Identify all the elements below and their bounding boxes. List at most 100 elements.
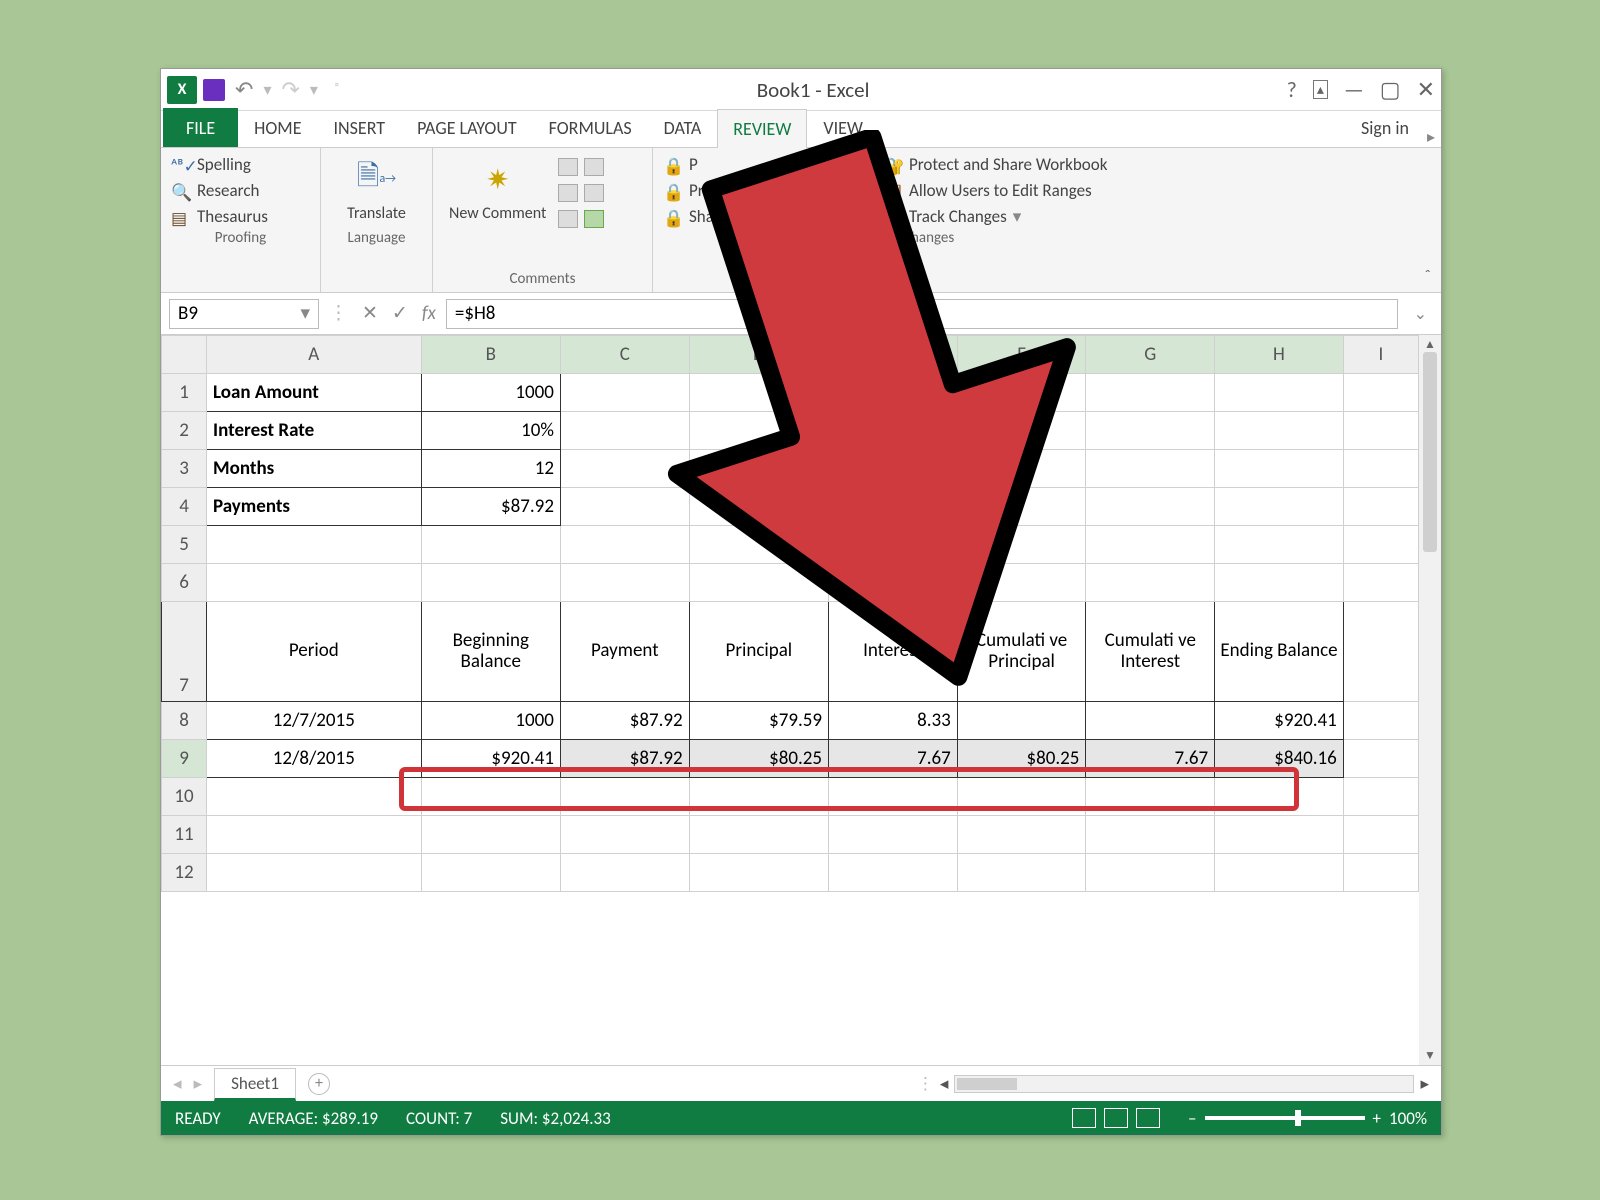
minimize-button[interactable]: — — [1344, 76, 1364, 103]
name-box[interactable]: B9▾ — [169, 299, 319, 329]
col-header[interactable]: E — [829, 336, 958, 374]
cell[interactable]: Months — [207, 450, 422, 488]
cell[interactable] — [957, 702, 1086, 740]
zoom-slider[interactable] — [1205, 1116, 1365, 1120]
sheet-tab[interactable]: Sheet1 — [214, 1068, 296, 1101]
new-comment-button[interactable]: ✷ New Comment — [443, 154, 552, 268]
collapse-ribbon-icon[interactable]: ˆ — [1425, 267, 1431, 286]
row-header[interactable]: 2 — [162, 412, 207, 450]
cell[interactable]: Interest Rate — [207, 412, 422, 450]
cell[interactable]: Loan Amount — [207, 374, 422, 412]
expand-formula-icon[interactable]: ⌄ — [1408, 304, 1433, 324]
cell[interactable]: 8.33 — [829, 702, 958, 740]
hscroll-right-icon[interactable]: ▸ — [1420, 1073, 1429, 1094]
row-header[interactable]: 5 — [162, 526, 207, 564]
translate-button[interactable]: 🗎a→ Translate — [331, 154, 422, 227]
undo-button[interactable]: ↶ — [235, 76, 253, 103]
tab-file[interactable]: FILE — [163, 108, 238, 147]
page-break-view-icon[interactable] — [1136, 1108, 1160, 1128]
tab-view[interactable]: VIEW — [807, 108, 879, 147]
cell[interactable]: $87.92 — [421, 488, 560, 526]
save-button[interactable] — [203, 79, 225, 101]
cell[interactable]: Principal — [689, 602, 828, 702]
row-header[interactable]: 9 — [162, 740, 207, 778]
redo-button[interactable]: ↷ — [281, 76, 299, 103]
spreadsheet-grid[interactable]: A B C D E F G H I 1 Loan Amount 1000 2 I… — [161, 335, 1419, 1065]
zoom-in-button[interactable]: + — [1373, 1108, 1381, 1129]
cell[interactable]: $920.41 — [1215, 702, 1344, 740]
zoom-out-button[interactable]: – — [1188, 1108, 1196, 1129]
spelling-button[interactable]: ᴬᴮ✓Spelling — [171, 154, 310, 175]
tab-scroll-left-icon[interactable]: ◂ — [173, 1073, 182, 1094]
tab-insert[interactable]: INSERT — [317, 108, 401, 147]
cell[interactable]: 1000 — [421, 374, 560, 412]
enter-formula-icon[interactable]: ✓ — [392, 302, 408, 325]
col-header[interactable]: A — [207, 336, 422, 374]
cell[interactable]: Ending Balance — [1215, 602, 1344, 702]
protect-workbook-button[interactable]: 🔒Prok — [663, 180, 863, 201]
cell[interactable]: Cumulati ve Principal — [957, 602, 1086, 702]
col-header[interactable]: H — [1215, 336, 1344, 374]
ribbon-display-icon[interactable]: ▴ — [1313, 80, 1328, 99]
maximize-button[interactable]: ▢ — [1380, 76, 1401, 103]
tab-review[interactable]: REVIEW — [717, 109, 807, 148]
cell[interactable]: $80.25 — [957, 740, 1086, 778]
tab-scroll-right-icon[interactable]: ▸ — [194, 1073, 203, 1094]
col-header[interactable]: I — [1343, 336, 1418, 374]
share-workbook-button[interactable]: 🔒Sha — [663, 206, 863, 227]
tab-formulas[interactable]: FORMULAS — [533, 108, 648, 147]
cancel-formula-icon[interactable]: ✕ — [362, 302, 378, 325]
view-buttons[interactable] — [1072, 1108, 1160, 1128]
row-header[interactable]: 8 — [162, 702, 207, 740]
protect-share-workbook-button[interactable]: 🔐Protect and Share Workbook — [883, 154, 1431, 175]
col-header[interactable]: B — [421, 336, 560, 374]
new-sheet-button[interactable]: + — [308, 1073, 330, 1095]
cell[interactable]: Interest — [829, 602, 958, 702]
col-header[interactable]: F — [957, 336, 1086, 374]
tab-data[interactable]: DATA — [648, 108, 718, 147]
cell[interactable]: Period — [207, 602, 422, 702]
vertical-scrollbar[interactable]: ▲ ▼ — [1419, 335, 1441, 1065]
row-header[interactable]: 10 — [162, 778, 207, 816]
cell[interactable]: 7.67 — [829, 740, 958, 778]
cell[interactable]: $80.25 — [689, 740, 828, 778]
col-header[interactable]: C — [560, 336, 689, 374]
research-button[interactable]: 🔍Research — [171, 180, 310, 201]
fx-icon[interactable]: fx — [422, 302, 436, 325]
track-changes-button[interactable]: ✎Track Changes ▾ — [883, 206, 1431, 227]
allow-users-edit-ranges-button[interactable]: 📋Allow Users to Edit Ranges — [883, 180, 1431, 201]
close-button[interactable]: ✕ — [1417, 76, 1435, 103]
sign-in-link[interactable]: Sign in — [1349, 109, 1421, 147]
formula-input[interactable]: =$H8 — [446, 299, 1398, 329]
cell[interactable]: Cumulati ve Interest — [1086, 602, 1215, 702]
cell[interactable]: $87.92 — [560, 740, 689, 778]
help-icon[interactable]: ? — [1287, 76, 1297, 103]
row-header[interactable]: 11 — [162, 816, 207, 854]
cell[interactable] — [1086, 702, 1215, 740]
row-header[interactable]: 3 — [162, 450, 207, 488]
thesaurus-button[interactable]: ▤Thesaurus — [171, 206, 310, 227]
row-header[interactable]: 4 — [162, 488, 207, 526]
cell[interactable]: Beginning Balance — [421, 602, 560, 702]
select-all-corner[interactable] — [162, 336, 207, 374]
row-header[interactable]: 7 — [162, 602, 207, 702]
cell[interactable]: 12/7/2015 — [207, 702, 422, 740]
normal-view-icon[interactable] — [1072, 1108, 1096, 1128]
cell[interactable]: 12/8/2015 — [207, 740, 422, 778]
horizontal-scrollbar[interactable] — [954, 1075, 1414, 1093]
hscroll-left-icon[interactable]: ◂ — [940, 1073, 949, 1094]
cell[interactable]: $79.59 — [689, 702, 828, 740]
row-header[interactable]: 12 — [162, 854, 207, 892]
row-header[interactable]: 6 — [162, 564, 207, 602]
cell[interactable]: Payment — [560, 602, 689, 702]
cell[interactable]: 12 — [421, 450, 560, 488]
cell[interactable]: $920.41 — [421, 740, 560, 778]
tab-home[interactable]: HOME — [238, 108, 317, 147]
scroll-right-icon[interactable]: ▸ — [1421, 127, 1441, 147]
row-header[interactable]: 1 — [162, 374, 207, 412]
cell[interactable]: 7.67 — [1086, 740, 1215, 778]
protect-sheet-button[interactable]: 🔒P — [663, 154, 863, 175]
cell[interactable]: 10% — [421, 412, 560, 450]
cell[interactable]: $87.92 — [560, 702, 689, 740]
cell[interactable]: Payments — [207, 488, 422, 526]
